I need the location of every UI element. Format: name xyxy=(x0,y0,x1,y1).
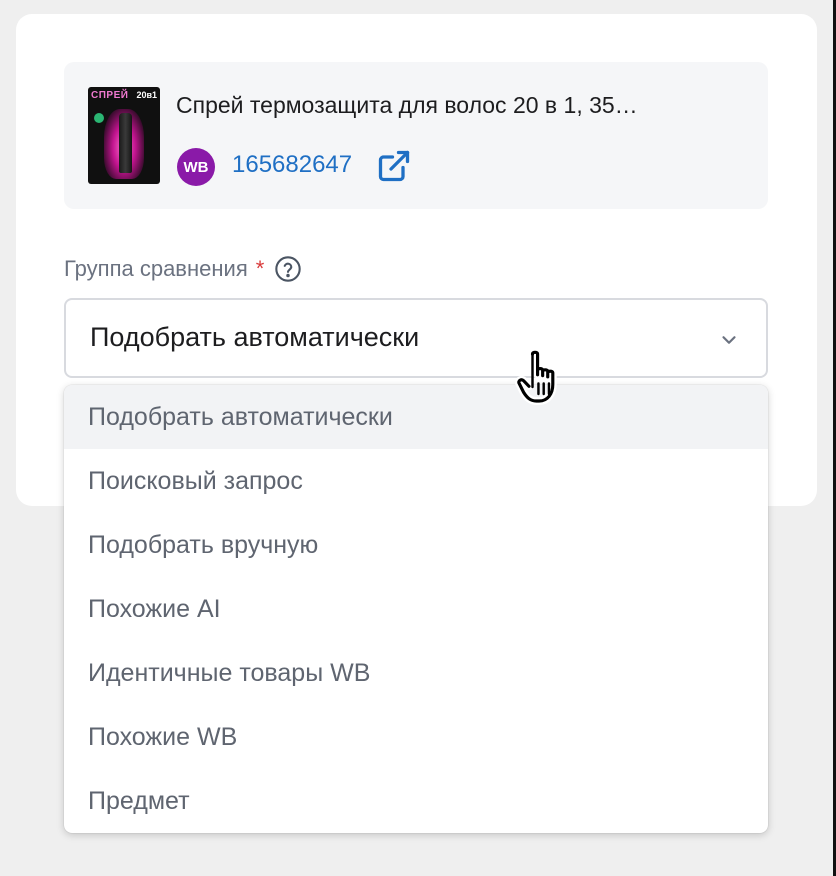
hand-pointer-cursor-icon xyxy=(515,348,557,405)
comparison-group-label: Группа сравнения * xyxy=(64,255,302,283)
thumbnail-brand-text: СПРЕЙ xyxy=(91,90,129,101)
wb-marketplace-badge: WB xyxy=(177,148,215,186)
thumbnail-bottle xyxy=(119,113,132,173)
dropdown-option[interactable]: Похожие AI xyxy=(64,577,768,641)
comparison-group-select[interactable]: Подобрать автоматически xyxy=(64,298,768,378)
thumbnail-dot xyxy=(94,113,104,123)
product-sku-link[interactable]: 165682647 xyxy=(232,148,352,182)
dropdown-option[interactable]: Похожие WB xyxy=(64,705,768,769)
dropdown-option[interactable]: Идентичные товары WB xyxy=(64,641,768,705)
select-current-value: Подобрать автоматически xyxy=(90,322,420,352)
dropdown-option[interactable]: Подобрать вручную xyxy=(64,513,768,577)
dropdown-option[interactable]: Поисковый запрос xyxy=(64,449,768,513)
required-mark: * xyxy=(255,256,265,281)
help-circle-icon[interactable] xyxy=(274,255,302,283)
product-thumbnail: СПРЕЙ 20в1 xyxy=(88,87,160,184)
comparison-group-label-text: Группа сравнения xyxy=(64,256,248,281)
chevron-down-icon xyxy=(722,336,736,344)
dropdown-option[interactable]: Предмет xyxy=(64,769,768,833)
external-link-icon[interactable] xyxy=(376,148,412,184)
dropdown-option[interactable]: Подобрать автоматически xyxy=(64,385,768,449)
product-title: Спрей термозащита для волос 20 в 1, 35… xyxy=(176,92,638,118)
comparison-group-dropdown: Подобрать автоматически Поисковый запрос… xyxy=(64,385,768,833)
thumbnail-badge-text: 20в1 xyxy=(136,90,157,100)
product-card: СПРЕЙ 20в1 Спрей термозащита для волос 2… xyxy=(64,62,768,209)
